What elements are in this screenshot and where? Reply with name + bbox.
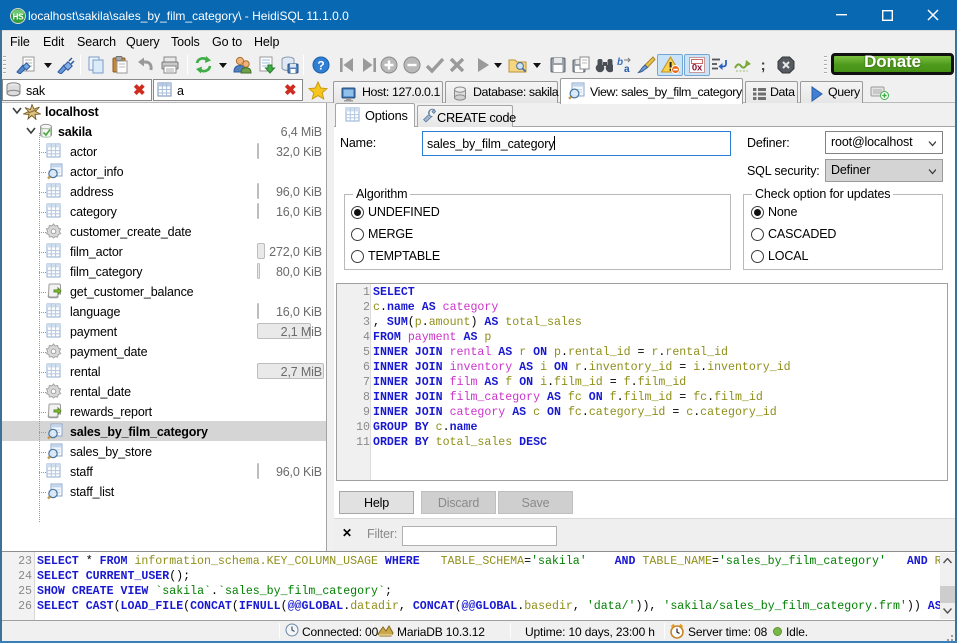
svg-text:HS: HS — [13, 13, 25, 22]
svg-text:0x: 0x — [692, 63, 703, 74]
svg-text:?: ? — [317, 59, 324, 73]
svg-text:b: b — [617, 57, 623, 68]
svg-text:a: a — [624, 64, 630, 74]
svg-text:;: ; — [761, 57, 766, 74]
